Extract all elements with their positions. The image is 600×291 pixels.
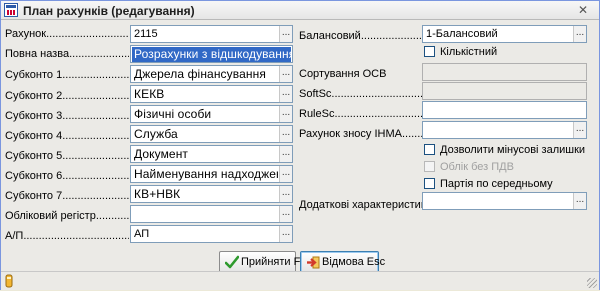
register-lookup-button[interactable]: ... <box>279 206 292 222</box>
subconto2-field[interactable]: КЕКВ ... <box>130 85 293 103</box>
subconto1-lookup-button[interactable]: ... <box>279 66 292 82</box>
cancel-button-label: Відмова Esc <box>322 256 386 268</box>
subconto4-field[interactable]: Служба ... <box>130 125 293 143</box>
account-value: 2115 <box>134 28 158 40</box>
full-name-label: Повна назва.............................… <box>5 48 129 60</box>
subconto3-field[interactable]: Фізичні особи ... <box>130 105 293 123</box>
ap-lookup-button[interactable]: ... <box>279 226 292 242</box>
subconto1-value: Джерела фінансування <box>134 67 266 81</box>
allow-negative-checkbox[interactable]: Дозволити мінусові залишки <box>424 143 594 157</box>
batch-avg-checkbox[interactable]: Партія по середньому <box>424 177 574 191</box>
quantity-checkbox-box[interactable] <box>424 46 435 57</box>
allow-negative-checkbox-label: Дозволити мінусові залишки <box>440 144 586 156</box>
full-name-field[interactable]: Розрахунки з відшкодування завд <box>130 45 293 63</box>
softsc-field <box>422 82 587 100</box>
balance-lookup-button[interactable]: ... <box>573 26 586 42</box>
ihma-value <box>426 123 572 138</box>
no-vat-checkbox-label: Облік без ПДВ <box>440 161 514 173</box>
subconto5-label: Субконто 5..............................… <box>5 150 129 162</box>
resize-grip[interactable] <box>587 278 597 288</box>
sort-osv-label: Сортування ОСВ <box>299 68 387 80</box>
extra-label: Додаткові характеристики................… <box>299 199 423 211</box>
subconto4-label: Субконто 4..............................… <box>5 130 129 142</box>
subconto3-value: Фізичні особи <box>134 107 212 121</box>
account-field[interactable]: 2115 ... <box>130 25 293 43</box>
ihma-lookup-button[interactable]: ... <box>573 122 586 138</box>
no-vat-checkbox-box <box>424 161 435 172</box>
account-label: Рахунок.................................… <box>5 28 129 40</box>
check-icon <box>224 255 240 270</box>
no-vat-checkbox: Облік без ПДВ <box>424 160 564 174</box>
sort-osv-value <box>426 65 572 80</box>
exit-arrow-icon <box>306 255 320 270</box>
allow-negative-checkbox-box[interactable] <box>424 144 435 155</box>
register-field[interactable]: ... <box>130 205 293 223</box>
extra-value <box>426 194 572 209</box>
sort-osv-field <box>422 63 587 81</box>
batch-avg-checkbox-label: Партія по середньому <box>440 178 553 190</box>
status-indicator-icon <box>4 274 16 288</box>
chart-of-accounts-icon <box>4 3 18 17</box>
subconto3-lookup-button[interactable]: ... <box>279 106 292 122</box>
softsc-value <box>426 84 572 99</box>
ap-field[interactable]: АП ... <box>130 225 293 243</box>
batch-avg-checkbox-box[interactable] <box>424 178 435 189</box>
balance-label: Балансовий..............................… <box>299 30 423 42</box>
subconto1-field[interactable]: Джерела фінансування ... <box>130 65 293 83</box>
title-bar[interactable]: План рахунків (редагування) ✕ <box>1 1 599 20</box>
ihma-label: Рахунок зносу ІНМА......................… <box>299 128 423 140</box>
subconto6-lookup-button[interactable]: ... <box>279 166 292 182</box>
subconto5-value: Документ <box>134 147 189 161</box>
subconto6-label: Субконто 6..............................… <box>5 170 129 182</box>
quantity-checkbox[interactable]: Кількістний <box>424 45 544 59</box>
subconto5-field[interactable]: Документ ... <box>130 145 293 163</box>
subconto7-label: Субконто 7..............................… <box>5 190 129 202</box>
extra-lookup-button[interactable]: ... <box>573 193 586 209</box>
subconto6-value: Найменування надходжень до <box>134 167 278 181</box>
extra-field[interactable]: ... <box>422 192 587 210</box>
subconto6-field[interactable]: Найменування надходжень до ... <box>130 165 293 183</box>
status-bar <box>1 271 599 290</box>
subconto4-lookup-button[interactable]: ... <box>279 126 292 142</box>
softsc-label: SoftSc..................................… <box>299 88 423 100</box>
subconto7-field[interactable]: КВ+НВК ... <box>130 185 293 203</box>
quantity-checkbox-label: Кількістний <box>440 46 498 58</box>
rulesc-value <box>426 103 572 118</box>
subconto3-label: Субконто 3..............................… <box>5 110 129 122</box>
subconto7-value: КВ+НВК <box>134 187 181 201</box>
window-title: План рахунків (редагування) <box>23 4 195 18</box>
register-label: Обліковий регістр.......................… <box>5 210 129 222</box>
subconto2-value: КЕКВ <box>134 87 165 101</box>
subconto7-lookup-button[interactable]: ... <box>279 186 292 202</box>
ihma-field[interactable]: ... <box>422 121 587 139</box>
subconto2-label: Субконто 2..............................… <box>5 90 129 102</box>
rulesc-field[interactable] <box>422 101 587 119</box>
close-button[interactable]: ✕ <box>575 3 591 17</box>
subconto4-value: Служба <box>134 127 178 141</box>
account-lookup-button[interactable]: ... <box>279 26 292 42</box>
rulesc-label: RuleSc..................................… <box>299 108 423 120</box>
subconto1-label: Субконто 1..............................… <box>5 69 129 81</box>
accept-button-label: Прийняти F2 <box>241 256 307 268</box>
dialog-window: План рахунків (редагування) ✕ Рахунок...… <box>0 0 600 290</box>
balance-value: 1-Балансовий <box>426 28 498 40</box>
full-name-value: Розрахунки з відшкодування завд <box>132 47 291 62</box>
ap-label: А/П................................... <box>5 230 129 242</box>
register-value <box>134 207 278 222</box>
ap-value: АП <box>134 228 150 240</box>
subconto2-lookup-button[interactable]: ... <box>279 86 292 102</box>
balance-field[interactable]: 1-Балансовий ... <box>422 25 587 43</box>
subconto5-lookup-button[interactable]: ... <box>279 146 292 162</box>
